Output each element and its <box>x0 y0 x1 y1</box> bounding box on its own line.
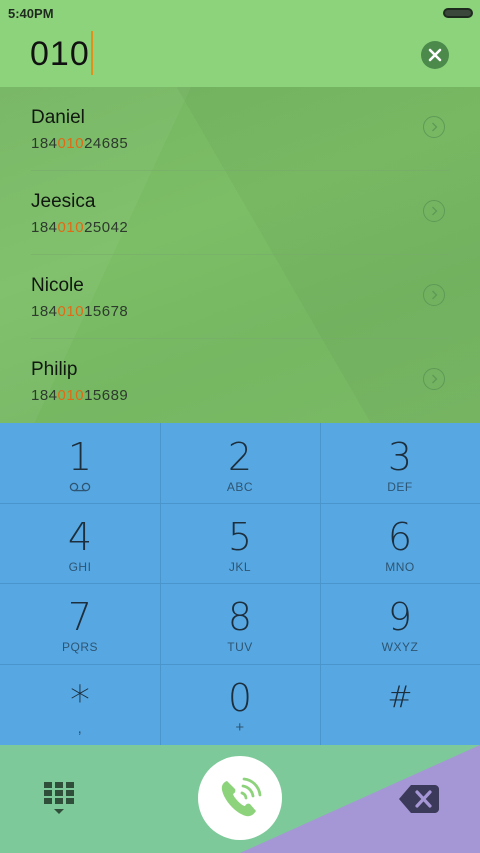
contact-details-button[interactable] <box>423 116 445 138</box>
number-match-highlight: 010 <box>57 387 85 404</box>
dial-input-field[interactable]: 010 <box>30 31 93 78</box>
number-match-highlight: 010 <box>57 303 85 320</box>
contact-number: 18401015689 <box>31 387 128 404</box>
key-letters: GHI <box>68 560 92 574</box>
key-8[interactable]: 8 TUV <box>160 583 320 663</box>
number-suffix: 24685 <box>84 135 129 152</box>
key-hash[interactable]: # <box>320 664 480 744</box>
contact-name: Jeesica <box>31 191 96 212</box>
key-digit: 9 <box>387 595 413 639</box>
contact-row-philip[interactable]: Philip 18401015689 <box>0 339 480 423</box>
text-caret <box>90 31 93 75</box>
key-digit: 4 <box>67 515 93 559</box>
contact-number: 18401015678 <box>31 303 128 320</box>
key-letters: + <box>235 719 245 736</box>
key-6[interactable]: 6 MNO <box>320 503 480 583</box>
contact-name: Nicole <box>31 275 84 296</box>
key-letters: JKL <box>228 560 252 574</box>
dialpad-toggle-icon <box>44 782 74 814</box>
contact-details-button[interactable] <box>423 368 445 390</box>
contact-details-button[interactable] <box>423 284 445 306</box>
clear-circle-icon <box>428 48 442 62</box>
key-letters: , <box>77 720 83 737</box>
dial-header: 010 <box>0 26 480 87</box>
key-digit: * <box>70 678 90 724</box>
backspace-button[interactable] <box>399 785 439 813</box>
key-letters: ABC <box>226 480 254 494</box>
dial-keypad: 1 2 ABC 3 DEF 4 GHI 5 JKL 6 MNO 7 PQRS 8… <box>0 423 480 745</box>
number-suffix: 15689 <box>84 387 129 404</box>
key-digit: 8 <box>227 595 253 639</box>
contact-suggestions-list: Daniel 18401024685 Jeesica 18401025042 N… <box>0 87 480 423</box>
key-letters: DEF <box>387 480 413 494</box>
number-suffix: 15678 <box>84 303 129 320</box>
status-bar: 5:40PM <box>0 0 480 26</box>
number-suffix: 25042 <box>84 219 129 236</box>
key-letters: MNO <box>385 560 415 574</box>
number-prefix: 184 <box>31 303 58 320</box>
key-star[interactable]: * , <box>0 664 160 744</box>
key-digit: 0 <box>227 676 253 720</box>
number-prefix: 184 <box>31 135 58 152</box>
key-7[interactable]: 7 PQRS <box>0 583 160 663</box>
clear-input-button[interactable] <box>421 41 449 69</box>
key-digit: 3 <box>387 435 413 479</box>
phone-call-icon <box>221 777 262 817</box>
key-letters: TUV <box>227 640 253 654</box>
status-time: 5:40PM <box>8 6 54 21</box>
contact-row-jeesica[interactable]: Jeesica 18401025042 <box>0 171 480 255</box>
key-1[interactable]: 1 <box>0 423 160 503</box>
number-match-highlight: 010 <box>57 219 85 236</box>
chevron-right-icon <box>432 122 438 132</box>
battery-icon <box>443 8 473 18</box>
number-prefix: 184 <box>31 219 58 236</box>
key-digit: 5 <box>227 515 253 559</box>
key-2[interactable]: 2 ABC <box>160 423 320 503</box>
key-digit: 6 <box>387 515 413 559</box>
key-4[interactable]: 4 GHI <box>0 503 160 583</box>
number-prefix: 184 <box>31 387 58 404</box>
key-9[interactable]: 9 WXYZ <box>320 583 480 663</box>
key-digit: 2 <box>227 435 253 479</box>
key-3[interactable]: 3 DEF <box>320 423 480 503</box>
key-digit: 1 <box>67 435 93 479</box>
number-match-highlight: 010 <box>57 135 85 152</box>
contact-number: 18401024685 <box>31 135 128 152</box>
contact-details-button[interactable] <box>423 200 445 222</box>
call-action-bar <box>0 745 480 853</box>
call-button[interactable] <box>198 756 282 840</box>
dialpad-toggle-button[interactable] <box>44 782 74 816</box>
key-letters: WXYZ <box>381 640 419 654</box>
backspace-icon <box>399 785 439 813</box>
voicemail-icon <box>69 482 91 492</box>
chevron-right-icon <box>432 206 438 216</box>
contact-name: Philip <box>31 359 78 380</box>
chevron-right-icon <box>432 290 438 300</box>
key-digit: # <box>387 680 413 715</box>
key-letters: PQRS <box>61 640 98 654</box>
contact-row-nicole[interactable]: Nicole 18401015678 <box>0 255 480 339</box>
key-digit: 7 <box>67 595 93 639</box>
contact-name: Daniel <box>31 107 85 128</box>
chevron-right-icon <box>432 374 438 384</box>
contact-number: 18401025042 <box>31 219 128 236</box>
key-5[interactable]: 5 JKL <box>160 503 320 583</box>
key-0[interactable]: 0 + <box>160 664 320 744</box>
dialer-screen: 5:40PM 010 Daniel 18401024685 Jeesica 18… <box>0 0 480 853</box>
contact-row-daniel[interactable]: Daniel 18401024685 <box>0 87 480 171</box>
dial-input-value: 010 <box>30 34 90 73</box>
